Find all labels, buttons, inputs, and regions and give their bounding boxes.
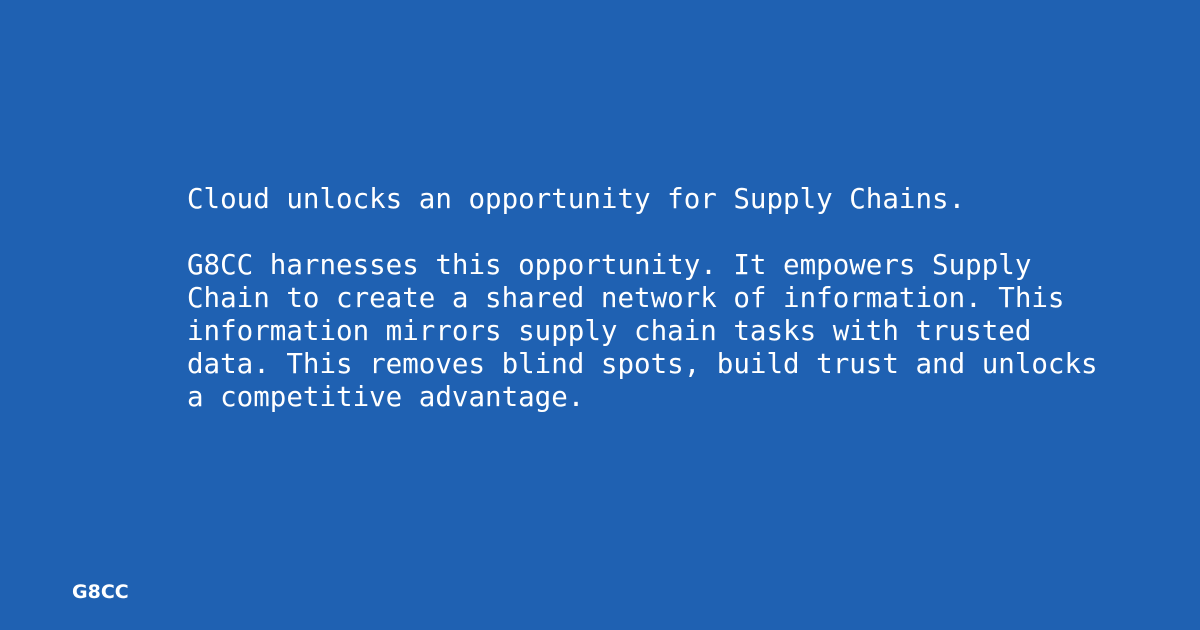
body-line-3: information mirrors supply chain tasks w… xyxy=(187,315,1032,347)
body-line-4: data. This removes blind spots, build tr… xyxy=(187,348,1098,380)
message-text-block: Cloud unlocks an opportunity for Supply … xyxy=(187,183,1167,414)
headline: Cloud unlocks an opportunity for Supply … xyxy=(187,183,966,215)
share-card: Cloud unlocks an opportunity for Supply … xyxy=(0,0,1200,630)
body-line-5: a competitive advantage. xyxy=(187,381,585,413)
body-line-2: Chain to create a shared network of info… xyxy=(187,282,1065,314)
body-line-1: G8CC harnesses this opportunity. It empo… xyxy=(187,249,1032,281)
brand-name: G8CC xyxy=(72,581,129,603)
